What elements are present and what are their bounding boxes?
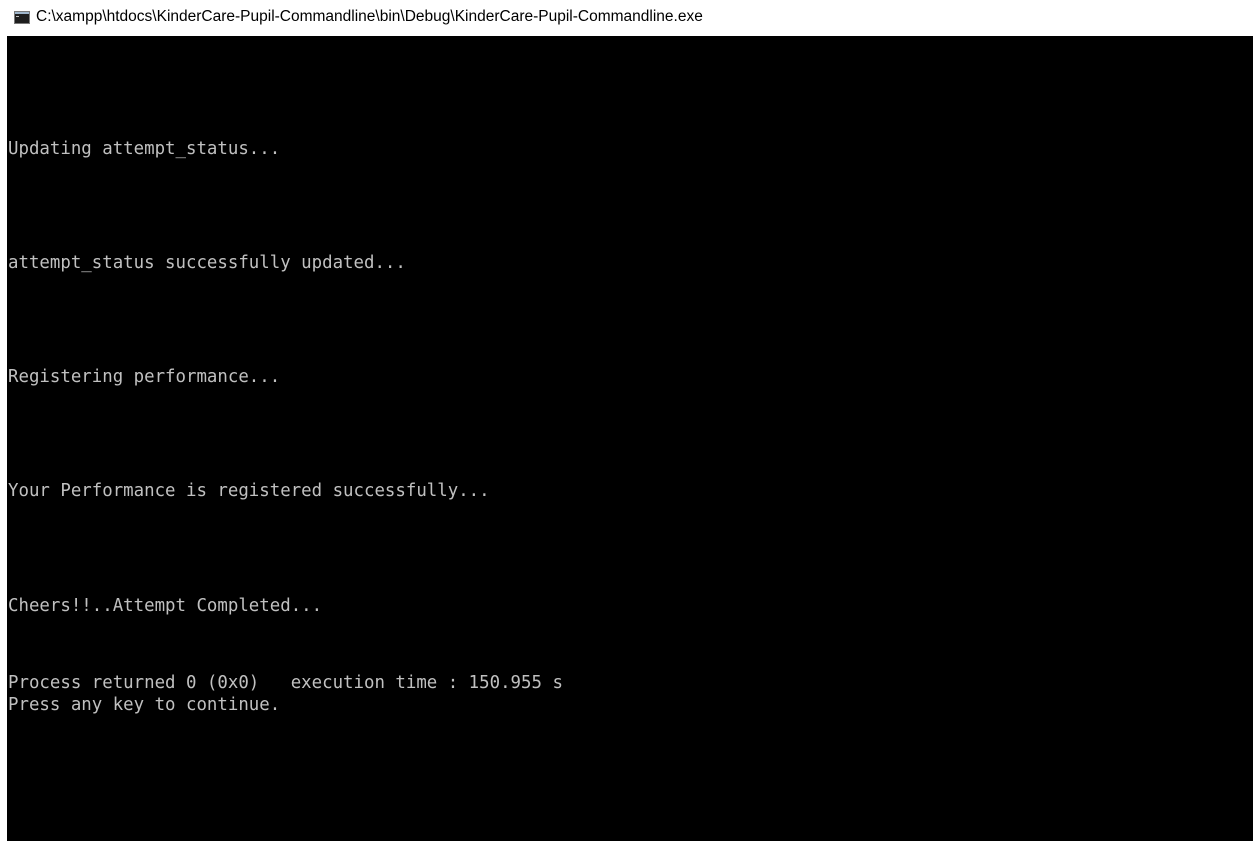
- console-line-registered: Your Performance is registered successfu…: [8, 481, 490, 501]
- console-line-registering: Registering performance...: [8, 367, 281, 387]
- console-line-updated: attempt_status successfully updated...: [8, 253, 406, 273]
- console-line-press-any-key: Press any key to continue.: [8, 695, 281, 715]
- console-app-icon: [14, 11, 30, 24]
- window-title: C:\xampp\htdocs\KinderCare-Pupil-Command…: [36, 8, 703, 25]
- console-window: C:\xampp\htdocs\KinderCare-Pupil-Command…: [0, 0, 1253, 841]
- console-output[interactable]: Updating attempt_status... attempt_statu…: [7, 36, 1253, 841]
- console-line-process-returned: Process returned 0 (0x0) execution time …: [8, 673, 563, 693]
- console-line-completed: Cheers!!..Attempt Completed...: [8, 596, 323, 616]
- title-bar[interactable]: C:\xampp\htdocs\KinderCare-Pupil-Command…: [0, 0, 1253, 36]
- console-line-updating: Updating attempt_status...: [8, 139, 281, 159]
